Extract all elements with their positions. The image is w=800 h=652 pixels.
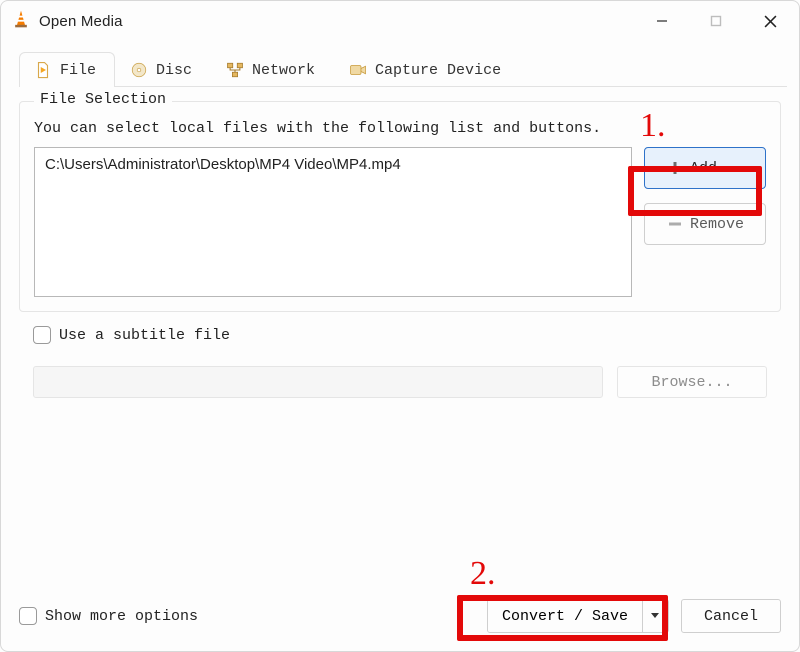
tabs: File Disc Network bbox=[19, 51, 787, 87]
show-more-options-row[interactable]: Show more options bbox=[19, 607, 198, 625]
subtitle-checkbox[interactable] bbox=[33, 326, 51, 344]
open-media-window: Open Media File Disc bbox=[0, 0, 800, 652]
tab-file[interactable]: File bbox=[19, 52, 115, 87]
maximize-button[interactable] bbox=[693, 5, 739, 37]
show-more-options-label: Show more options bbox=[45, 608, 198, 625]
file-selection-description: You can select local files with the foll… bbox=[34, 120, 766, 137]
browse-button-label: Browse... bbox=[651, 374, 732, 391]
capture-device-icon bbox=[349, 61, 367, 79]
titlebar: Open Media bbox=[1, 1, 799, 41]
disc-icon bbox=[130, 61, 148, 79]
convert-save-button[interactable]: Convert / Save bbox=[488, 600, 642, 632]
file-list[interactable]: C:\Users\Administrator\Desktop\MP4 Video… bbox=[34, 147, 632, 297]
minimize-button[interactable] bbox=[639, 5, 685, 37]
browse-button[interactable]: Browse... bbox=[617, 366, 767, 398]
cancel-button-label: Cancel bbox=[704, 608, 758, 625]
tab-network[interactable]: Network bbox=[211, 52, 334, 87]
remove-button-label: Remove bbox=[690, 216, 744, 233]
file-selection-legend: File Selection bbox=[34, 91, 172, 108]
dialog-footer: Show more options Convert / Save Cancel bbox=[13, 591, 787, 641]
vlc-cone-icon bbox=[11, 9, 31, 34]
cancel-button[interactable]: Cancel bbox=[681, 599, 781, 633]
chevron-down-icon bbox=[650, 608, 660, 625]
subtitle-group: Use a subtitle file Browse... bbox=[19, 318, 781, 414]
close-button[interactable] bbox=[747, 5, 793, 37]
remove-button[interactable]: Remove bbox=[644, 203, 766, 245]
subtitle-checkbox-row[interactable]: Use a subtitle file bbox=[33, 326, 767, 344]
network-icon bbox=[226, 61, 244, 79]
file-selection-group: File Selection You can select local file… bbox=[19, 101, 781, 312]
subtitle-path-field bbox=[33, 366, 603, 398]
convert-save-dropdown[interactable] bbox=[642, 600, 668, 632]
convert-save-splitbutton[interactable]: Convert / Save bbox=[487, 599, 669, 633]
dialog-body: File Disc Network bbox=[1, 41, 799, 651]
file-list-item[interactable]: C:\Users\Administrator\Desktop\MP4 Video… bbox=[45, 156, 621, 173]
tab-file-label: File bbox=[60, 62, 96, 79]
add-button[interactable]: Add... bbox=[644, 147, 766, 189]
tab-network-label: Network bbox=[252, 62, 315, 79]
plus-icon bbox=[666, 159, 684, 177]
tab-disc[interactable]: Disc bbox=[115, 52, 211, 87]
show-more-options-checkbox[interactable] bbox=[19, 607, 37, 625]
tab-capture[interactable]: Capture Device bbox=[334, 52, 520, 87]
add-button-label: Add... bbox=[690, 160, 744, 177]
convert-save-label: Convert / Save bbox=[502, 608, 628, 625]
window-title: Open Media bbox=[39, 13, 123, 30]
tab-disc-label: Disc bbox=[156, 62, 192, 79]
file-icon bbox=[34, 61, 52, 79]
subtitle-checkbox-label: Use a subtitle file bbox=[59, 327, 230, 344]
tab-capture-label: Capture Device bbox=[375, 62, 501, 79]
minus-icon bbox=[666, 215, 684, 233]
